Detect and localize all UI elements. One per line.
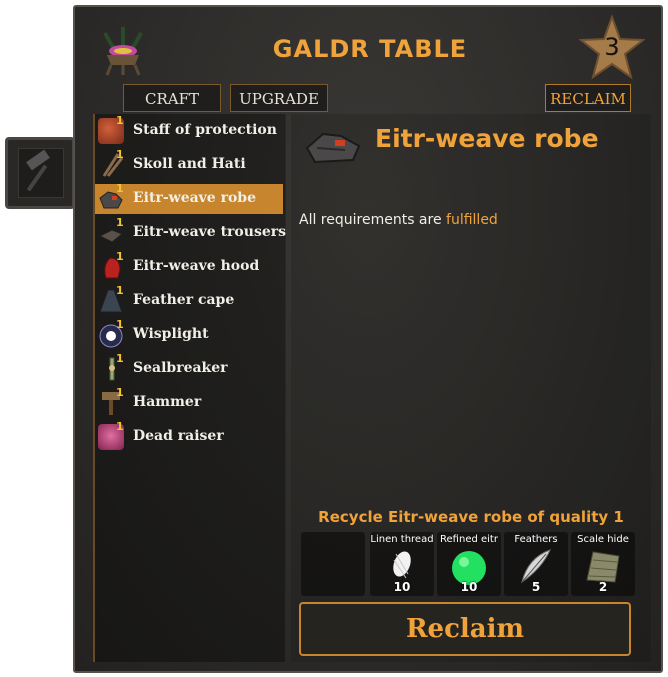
recipe-quality: 1: [116, 352, 124, 365]
recipe-quality: 1: [116, 216, 124, 229]
station-level: 3: [604, 33, 620, 61]
recipe-item[interactable]: 1 Eitr-weave hood: [95, 250, 283, 282]
material-slot: Scale hide 2: [571, 532, 635, 596]
material-count: 10: [393, 580, 411, 594]
material-name: Scale hide: [577, 534, 629, 545]
recipe-item[interactable]: 1 Feather cape: [95, 284, 283, 316]
recipe-name: Eitr-weave hood: [133, 258, 260, 274]
recipe-item[interactable]: 1 Eitr-weave trousers: [95, 216, 286, 248]
material-slot: Refined eitr 10: [437, 532, 501, 596]
tab-upgrade[interactable]: UPGRADE: [230, 84, 328, 112]
recipe-item[interactable]: 1 Staff of protection: [95, 114, 283, 146]
material-count: 2: [598, 580, 608, 594]
material-slot: Linen thread 10: [370, 532, 434, 596]
recipe-name: Hammer: [133, 394, 202, 410]
recipe-title: Eitr-weave robe: [375, 124, 599, 153]
tab-reclaim[interactable]: RECLAIM: [545, 84, 631, 112]
recipe-name: Staff of protection: [133, 122, 277, 138]
recipe-name: Eitr-weave robe: [133, 190, 256, 206]
material-name: Refined eitr: [440, 534, 498, 545]
recipe-item-selected[interactable]: 1 Eitr-weave robe: [95, 182, 283, 214]
recipe-name: Feather cape: [133, 292, 235, 308]
recipe-quality: 1: [116, 318, 124, 331]
recipe-item[interactable]: 1 Wisplight: [95, 318, 283, 350]
recipe-item[interactable]: 1 Sealbreaker: [95, 352, 283, 384]
recipe-name: Eitr-weave trousers: [133, 224, 286, 240]
recipe-name: Skoll and Hati: [133, 156, 246, 172]
crafting-panel: GALDR TABLE 3 CRAFT UPGRADE RECLAIM 1 St…: [73, 5, 663, 673]
recycle-label: Recycle Eitr-weave robe of quality 1: [318, 508, 624, 526]
requirements-status: All requirements are fulfilled: [299, 212, 498, 228]
recipe-item[interactable]: 1 Skoll and Hati: [95, 148, 283, 180]
recipe-quality: 1: [116, 250, 124, 263]
material-name: Linen thread: [370, 534, 434, 545]
empty-slot: [301, 532, 365, 596]
material-count: 10: [460, 580, 478, 594]
station-title: GALDR TABLE: [272, 35, 468, 63]
reclaim-button[interactable]: Reclaim: [299, 602, 631, 656]
hammer-icon: [26, 149, 50, 192]
recipe-detail: Eitr-weave robe All requirements are ful…: [291, 114, 651, 662]
recipe-name: Sealbreaker: [133, 360, 228, 376]
recipe-item[interactable]: 1 Dead raiser: [95, 420, 283, 452]
material-name: Feathers: [514, 534, 558, 545]
recipe-quality: 1: [116, 114, 124, 127]
recipe-name: Dead raiser: [133, 428, 224, 444]
build-hammer-tab[interactable]: [5, 137, 75, 209]
recipe-quality: 1: [116, 148, 124, 161]
recipe-quality: 1: [116, 420, 124, 433]
material-count: 5: [531, 580, 541, 594]
requirements-text: All requirements are: [299, 212, 442, 228]
recipe-item[interactable]: 1 Hammer: [95, 386, 283, 418]
recipe-list: 1 Staff of protection 1 Skoll and Hati 1…: [93, 114, 286, 662]
hammer-tab-slot: [18, 148, 64, 198]
requirements-fulfilled: fulfilled: [446, 212, 498, 228]
material-slot: Feathers 5: [504, 532, 568, 596]
recipe-quality: 1: [116, 386, 124, 399]
recipe-quality: 1: [116, 284, 124, 297]
tab-craft[interactable]: CRAFT: [123, 84, 221, 112]
recipe-quality: 1: [116, 182, 124, 195]
robe-icon: [305, 126, 363, 166]
thread-icon: [393, 551, 411, 579]
recipe-name: Wisplight: [133, 326, 209, 342]
